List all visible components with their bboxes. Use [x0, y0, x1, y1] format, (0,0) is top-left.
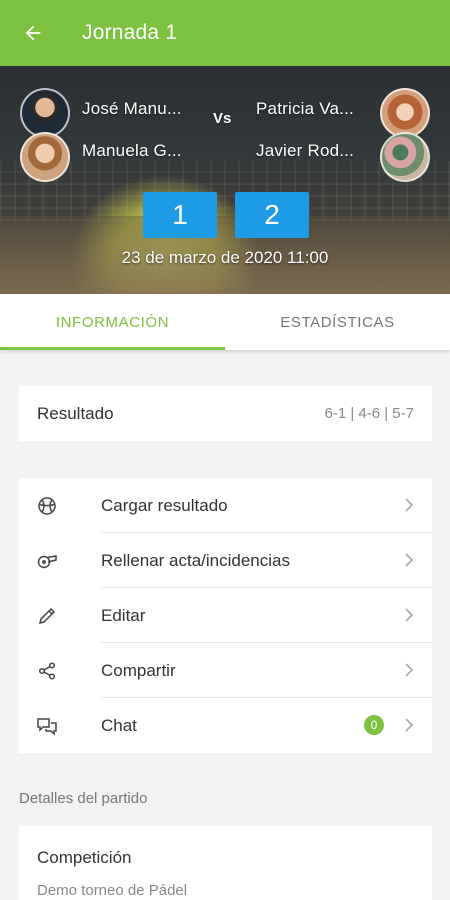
background-net	[0, 161, 450, 221]
section-title-details: Detalles del partido	[19, 790, 148, 807]
details-card: Competición Demo torneo de Pádel	[19, 826, 432, 900]
player-name-4[interactable]: Javier Rod...	[256, 141, 354, 161]
competition-label: Competición	[37, 848, 132, 867]
avatar-player-4[interactable]	[380, 132, 430, 182]
pencil-icon	[36, 605, 58, 627]
chat-count-badge: 0	[364, 715, 384, 735]
match-datetime: 23 de marzo de 2020 11:00	[121, 248, 329, 267]
result-value: 6-1 | 4-6 | 5-7	[324, 405, 414, 422]
player-name-2[interactable]: Manuela G...	[82, 141, 182, 161]
player-name-3[interactable]: Patricia Va...	[256, 99, 354, 119]
score-team-1: 1	[143, 192, 217, 238]
action-label: Editar	[101, 605, 146, 625]
action-chat[interactable]: Chat 0	[19, 698, 432, 753]
vs-label: Vs	[213, 110, 232, 127]
tab-bar: INFORMACIÓN ESTADÍSTICAS	[0, 294, 450, 350]
tab-estadisticas[interactable]: ESTADÍSTICAS	[225, 294, 450, 350]
action-compartir[interactable]: Compartir	[19, 643, 432, 698]
action-editar[interactable]: Editar	[19, 588, 432, 643]
share-icon	[36, 660, 58, 682]
chevron-right-icon	[405, 553, 414, 567]
avatar-player-3[interactable]	[380, 88, 430, 138]
match-header: José Manu... Manuela G... Patricia Va...…	[0, 66, 450, 294]
back-button[interactable]	[0, 0, 66, 66]
competition-value: Demo torneo de Pádel	[37, 882, 188, 899]
chevron-right-icon	[405, 608, 414, 622]
action-label: Rellenar acta/incidencias	[101, 550, 290, 570]
page-title: Jornada 1	[82, 21, 178, 44]
whistle-icon	[36, 550, 58, 572]
result-card: Resultado 6-1 | 4-6 | 5-7	[19, 386, 432, 441]
tab-informacion[interactable]: INFORMACIÓN	[0, 294, 225, 350]
chevron-right-icon	[405, 663, 414, 677]
avatar-player-1[interactable]	[20, 88, 70, 138]
avatar-player-2[interactable]	[20, 132, 70, 182]
action-label: Cargar resultado	[101, 495, 228, 515]
chevron-right-icon	[405, 498, 414, 512]
player-name-1[interactable]: José Manu...	[82, 99, 182, 119]
app-bar: Jornada 1	[0, 0, 450, 66]
ball-icon	[36, 495, 58, 517]
actions-list: Cargar resultado Rellenar acta/incidenci…	[19, 478, 432, 753]
arrow-left-icon	[25, 25, 41, 41]
action-label: Chat	[101, 715, 137, 735]
result-label: Resultado	[37, 403, 114, 423]
action-cargar-resultado[interactable]: Cargar resultado	[19, 478, 432, 533]
chevron-right-icon	[405, 718, 414, 732]
chat-icon	[36, 715, 58, 737]
action-rellenar-acta[interactable]: Rellenar acta/incidencias	[19, 533, 432, 588]
action-label: Compartir	[101, 660, 176, 680]
score-team-2: 2	[235, 192, 309, 238]
